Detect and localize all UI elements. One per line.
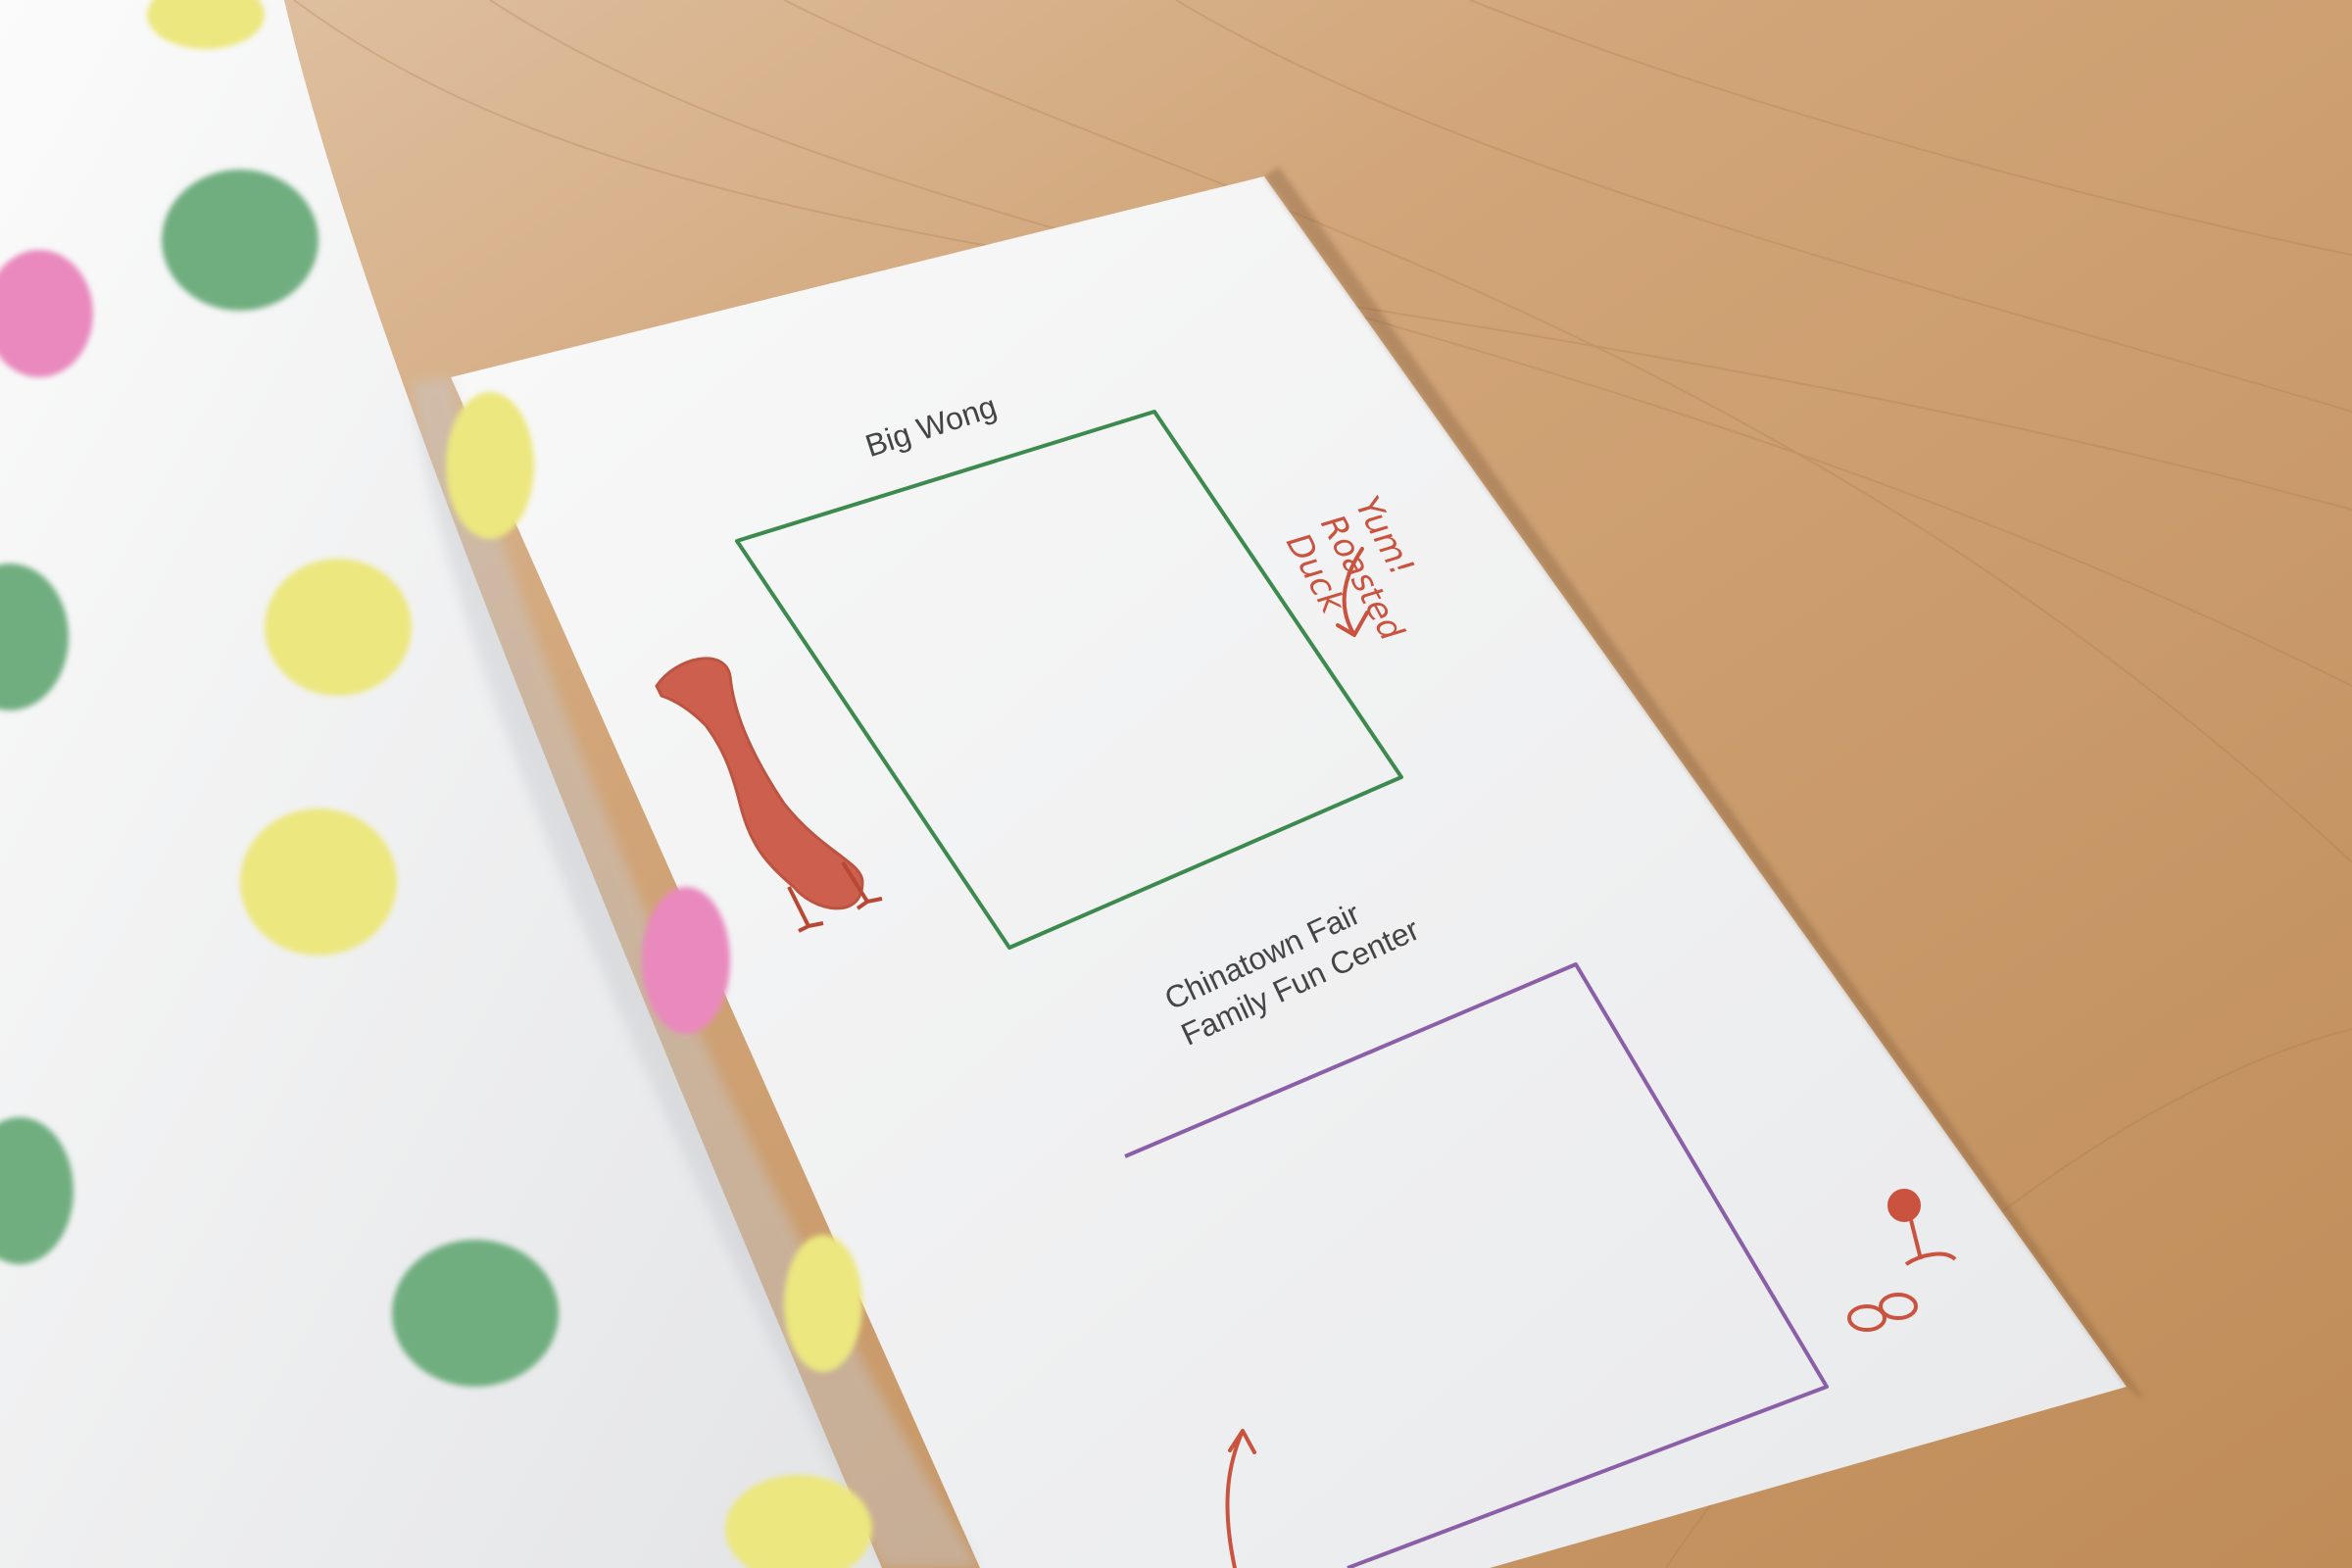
photo-scene: Big Wong Chinatown Fair Family Fun Cente… bbox=[0, 0, 2352, 1568]
scene-drawing bbox=[0, 0, 2352, 1568]
